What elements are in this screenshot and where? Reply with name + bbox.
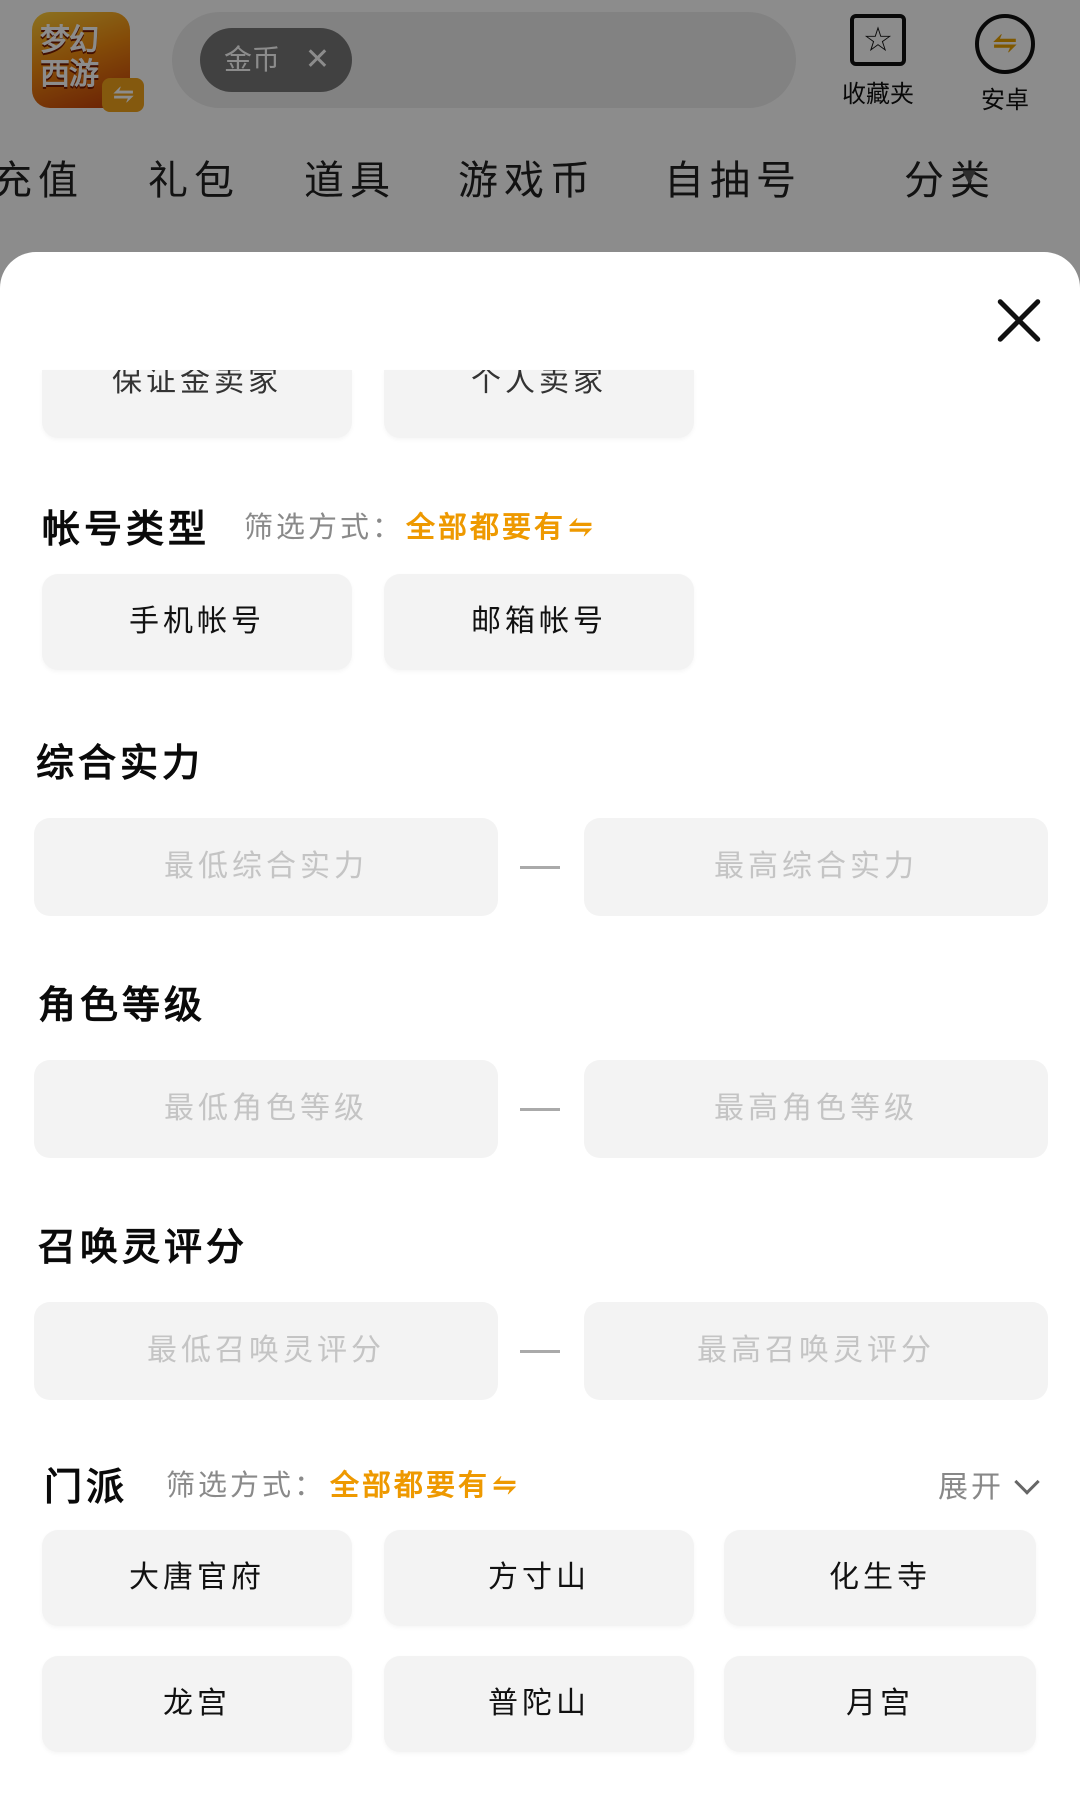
option-school-putuo[interactable]: 普陀山	[384, 1656, 694, 1752]
max-level-input[interactable]: 最高角色等级	[584, 1060, 1048, 1158]
option-email-account[interactable]: 邮箱帐号	[384, 574, 694, 670]
option-individual-seller[interactable]: 个人卖家	[384, 370, 694, 438]
swap-icon: ⇋	[568, 510, 597, 545]
option-phone-account[interactable]: 手机帐号	[42, 574, 352, 670]
chevron-down-icon	[1014, 1469, 1040, 1495]
filter-mode-value: 全部都要有	[406, 510, 567, 544]
filter-mode-toggle[interactable]: 全部都要有⇋	[406, 504, 596, 546]
min-level-input[interactable]: 最低角色等级	[34, 1060, 498, 1158]
section-title-account-type: 帐号类型	[42, 506, 211, 551]
option-label: 方寸山	[488, 1560, 590, 1595]
option-label: 月宫	[846, 1686, 914, 1721]
filter-mode-label: 筛选方式：	[244, 510, 405, 544]
section-title-level: 角色等级	[38, 982, 207, 1027]
filter-mode-toggle[interactable]: 全部都要有⇋	[330, 1462, 520, 1504]
option-label: 个人卖家	[471, 370, 607, 399]
option-school-huasheng[interactable]: 化生寺	[724, 1530, 1036, 1626]
swap-icon: ⇋	[492, 1468, 521, 1503]
option-label: 保证金卖家	[112, 370, 282, 399]
option-deposit-seller[interactable]: 保证金卖家	[42, 370, 352, 438]
option-label: 龙宫	[163, 1686, 231, 1721]
option-school-datang[interactable]: 大唐官府	[42, 1530, 352, 1626]
section-title-power: 综合实力	[36, 740, 205, 785]
option-school-yuegong[interactable]: 月宫	[724, 1656, 1036, 1752]
min-pet-score-input[interactable]: 最低召唤灵评分	[34, 1302, 498, 1400]
filter-sheet: 保证金卖家 个人卖家 帐号类型 筛选方式： 全部都要有⇋ 手机帐号 邮箱帐号 综…	[0, 252, 1080, 1800]
filter-mode-label: 筛选方式：	[166, 1468, 327, 1502]
option-label: 普陀山	[488, 1686, 590, 1721]
option-school-longgong[interactable]: 龙宫	[42, 1656, 352, 1752]
option-label: 邮箱帐号	[471, 604, 607, 639]
expand-button[interactable]: 展开	[938, 1462, 1040, 1506]
section-title-pet-score: 召唤灵评分	[38, 1224, 249, 1269]
filter-mode-value: 全部都要有	[330, 1468, 491, 1502]
range-dash	[520, 1108, 560, 1111]
option-school-fangcun[interactable]: 方寸山	[384, 1530, 694, 1626]
option-label: 化生寺	[829, 1560, 931, 1595]
option-label: 手机帐号	[129, 604, 265, 639]
range-dash	[520, 1350, 560, 1353]
option-label: 大唐官府	[129, 1560, 265, 1595]
section-title-school: 门派	[44, 1464, 129, 1509]
max-pet-score-input[interactable]: 最高召唤灵评分	[584, 1302, 1048, 1400]
min-power-input[interactable]: 最低综合实力	[34, 818, 498, 916]
close-icon[interactable]	[994, 296, 1042, 344]
range-dash	[520, 866, 560, 869]
expand-label: 展开	[938, 1470, 1004, 1505]
max-power-input[interactable]: 最高综合实力	[584, 818, 1048, 916]
